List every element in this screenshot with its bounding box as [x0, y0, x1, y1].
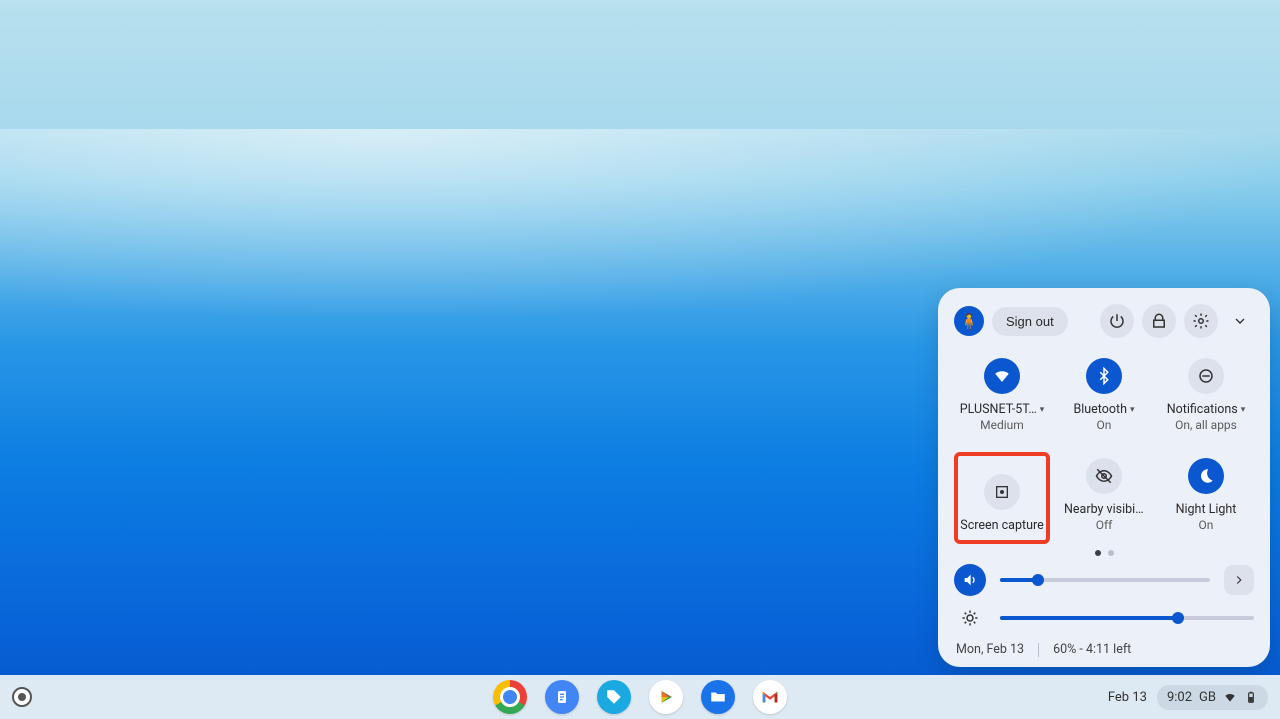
do-not-disturb-icon [1188, 358, 1224, 394]
footer-battery: 60% - 4:11 left [1053, 642, 1131, 657]
signout-button[interactable]: Sign out [992, 307, 1068, 336]
shelf-apps [493, 680, 787, 714]
tile-sublabel: On [1097, 418, 1112, 432]
tile-network[interactable]: PLUSNET-5T…▾ Medium [954, 352, 1050, 434]
tile-screen-capture[interactable]: Screen capture [954, 452, 1050, 544]
status-area-button[interactable]: 9:02 GB [1157, 685, 1268, 710]
screen-capture-icon [984, 474, 1020, 510]
chevron-down-icon[interactable]: ▾ [1240, 405, 1246, 415]
wifi-icon [1223, 690, 1237, 704]
app-chrome[interactable] [493, 680, 527, 714]
app-docs[interactable] [545, 680, 579, 714]
tile-bluetooth[interactable]: Bluetooth▾ On [1056, 352, 1152, 434]
tile-sublabel: On, all apps [1175, 418, 1237, 432]
chevron-down-icon[interactable]: ▾ [1129, 405, 1135, 415]
app-messages[interactable] [597, 680, 631, 714]
tiles-pager[interactable] [954, 550, 1254, 556]
brightness-row [954, 602, 1254, 634]
chevron-down-icon [1232, 313, 1248, 329]
tile-label: PLUSNET-5T… [960, 402, 1037, 417]
app-files[interactable] [701, 680, 735, 714]
pager-dot [1108, 550, 1114, 556]
shelf-status: Feb 13 9:02 GB [1108, 685, 1268, 710]
tile-label: Screen capture [960, 518, 1043, 534]
quick-settings-panel: 🧍 Sign out PLUSNET-5T…▾ Medium [938, 288, 1270, 667]
lock-icon [1150, 312, 1168, 330]
panel-header: 🧍 Sign out [954, 304, 1254, 338]
tile-notifications[interactable]: Notifications▾ On, all apps [1158, 352, 1254, 434]
tile-sublabel: On [1199, 518, 1214, 532]
gear-icon [1192, 312, 1210, 330]
chevron-right-icon [1232, 573, 1246, 587]
power-button[interactable] [1100, 304, 1134, 338]
brightness-icon [954, 602, 986, 634]
wifi-icon [984, 358, 1020, 394]
divider [1038, 643, 1039, 657]
volume-row [954, 564, 1254, 596]
status-aux: GB [1199, 690, 1216, 705]
tile-nearby-visibility[interactable]: Nearby visibil… Off [1056, 452, 1152, 544]
footer-date: Mon, Feb 13 [956, 642, 1024, 657]
audio-settings-button[interactable] [1224, 565, 1254, 595]
tile-label: Nearby visibil… [1064, 502, 1144, 517]
power-icon [1108, 312, 1126, 330]
app-play-store[interactable] [649, 680, 683, 714]
tile-label: Bluetooth [1073, 402, 1127, 417]
lock-button[interactable] [1142, 304, 1176, 338]
brightness-slider-thumb[interactable] [1172, 612, 1184, 624]
settings-button[interactable] [1184, 304, 1218, 338]
gmail-icon [759, 686, 781, 708]
tile-night-light[interactable]: Night Light On [1158, 452, 1254, 544]
quick-tiles-grid: PLUSNET-5T…▾ Medium Bluetooth▾ On Notifi… [954, 352, 1254, 544]
avatar[interactable]: 🧍 [954, 306, 984, 336]
tile-sublabel: Medium [980, 418, 1024, 432]
night-light-icon [1188, 458, 1224, 494]
volume-slider[interactable] [1000, 578, 1210, 582]
folder-icon [709, 688, 727, 706]
tile-label: Notifications [1167, 402, 1238, 417]
chevron-down-icon[interactable]: ▾ [1039, 405, 1045, 415]
shelf: Feb 13 9:02 GB [0, 675, 1280, 719]
launcher-button[interactable] [12, 687, 32, 707]
shelf-date[interactable]: Feb 13 [1108, 690, 1147, 705]
volume-slider-thumb[interactable] [1032, 574, 1044, 586]
brightness-slider-fill [1000, 616, 1178, 620]
panel-footer: Mon, Feb 13 60% - 4:11 left [954, 640, 1254, 657]
battery-icon [1244, 690, 1258, 704]
visibility-off-icon [1086, 458, 1122, 494]
brightness-slider[interactable] [1000, 616, 1254, 620]
tile-label: Night Light [1176, 502, 1237, 517]
tag-icon [605, 688, 623, 706]
collapse-panel-button[interactable] [1226, 307, 1254, 335]
volume-icon [962, 572, 978, 588]
bluetooth-icon [1086, 358, 1122, 394]
play-icon [657, 688, 675, 706]
status-time: 9:02 [1167, 690, 1192, 705]
pager-dot [1095, 550, 1101, 556]
app-gmail[interactable] [753, 680, 787, 714]
tile-sublabel: Off [1096, 518, 1113, 532]
docs-icon [554, 689, 570, 705]
volume-button[interactable] [954, 564, 986, 596]
